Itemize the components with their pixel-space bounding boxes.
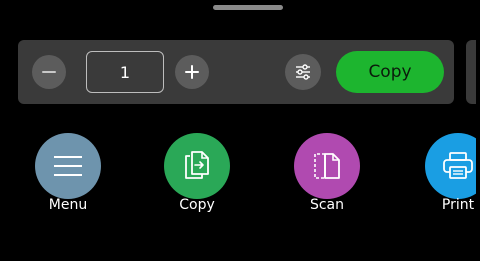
plus-icon [185,65,199,79]
decrement-button[interactable] [32,55,66,89]
app-print-circle [425,133,476,199]
hamburger-icon [54,156,82,176]
app-copy-circle [164,133,230,199]
printer-icon [443,152,473,179]
scan-document-icon [314,153,340,179]
app-copy[interactable]: Copy [157,133,237,223]
quantity-field[interactable]: 1 [86,51,164,93]
app-scan-label: Scan [309,197,345,213]
app-menu-circle [35,133,101,199]
drag-handle[interactable] [213,5,283,10]
printer-home-screen: 1 Copy Menu Copy Scan Print [4,0,476,261]
next-panel-edge[interactable] [466,40,476,104]
minus-icon [42,71,56,73]
copy-start-button[interactable]: Copy [336,51,444,93]
app-print[interactable]: Print [418,133,476,223]
settings-button[interactable] [285,54,321,90]
app-scan[interactable]: Scan [287,133,367,223]
app-menu[interactable]: Menu [28,133,108,223]
sliders-icon [296,64,310,80]
quantity-value: 1 [119,62,131,82]
app-menu-label: Menu [48,197,88,213]
copy-document-icon [185,151,209,179]
app-copy-label: Copy [179,197,215,213]
app-print-label: Print [441,197,475,213]
increment-button[interactable] [175,55,209,89]
app-scan-circle [294,133,360,199]
copy-start-label: Copy [368,62,412,82]
